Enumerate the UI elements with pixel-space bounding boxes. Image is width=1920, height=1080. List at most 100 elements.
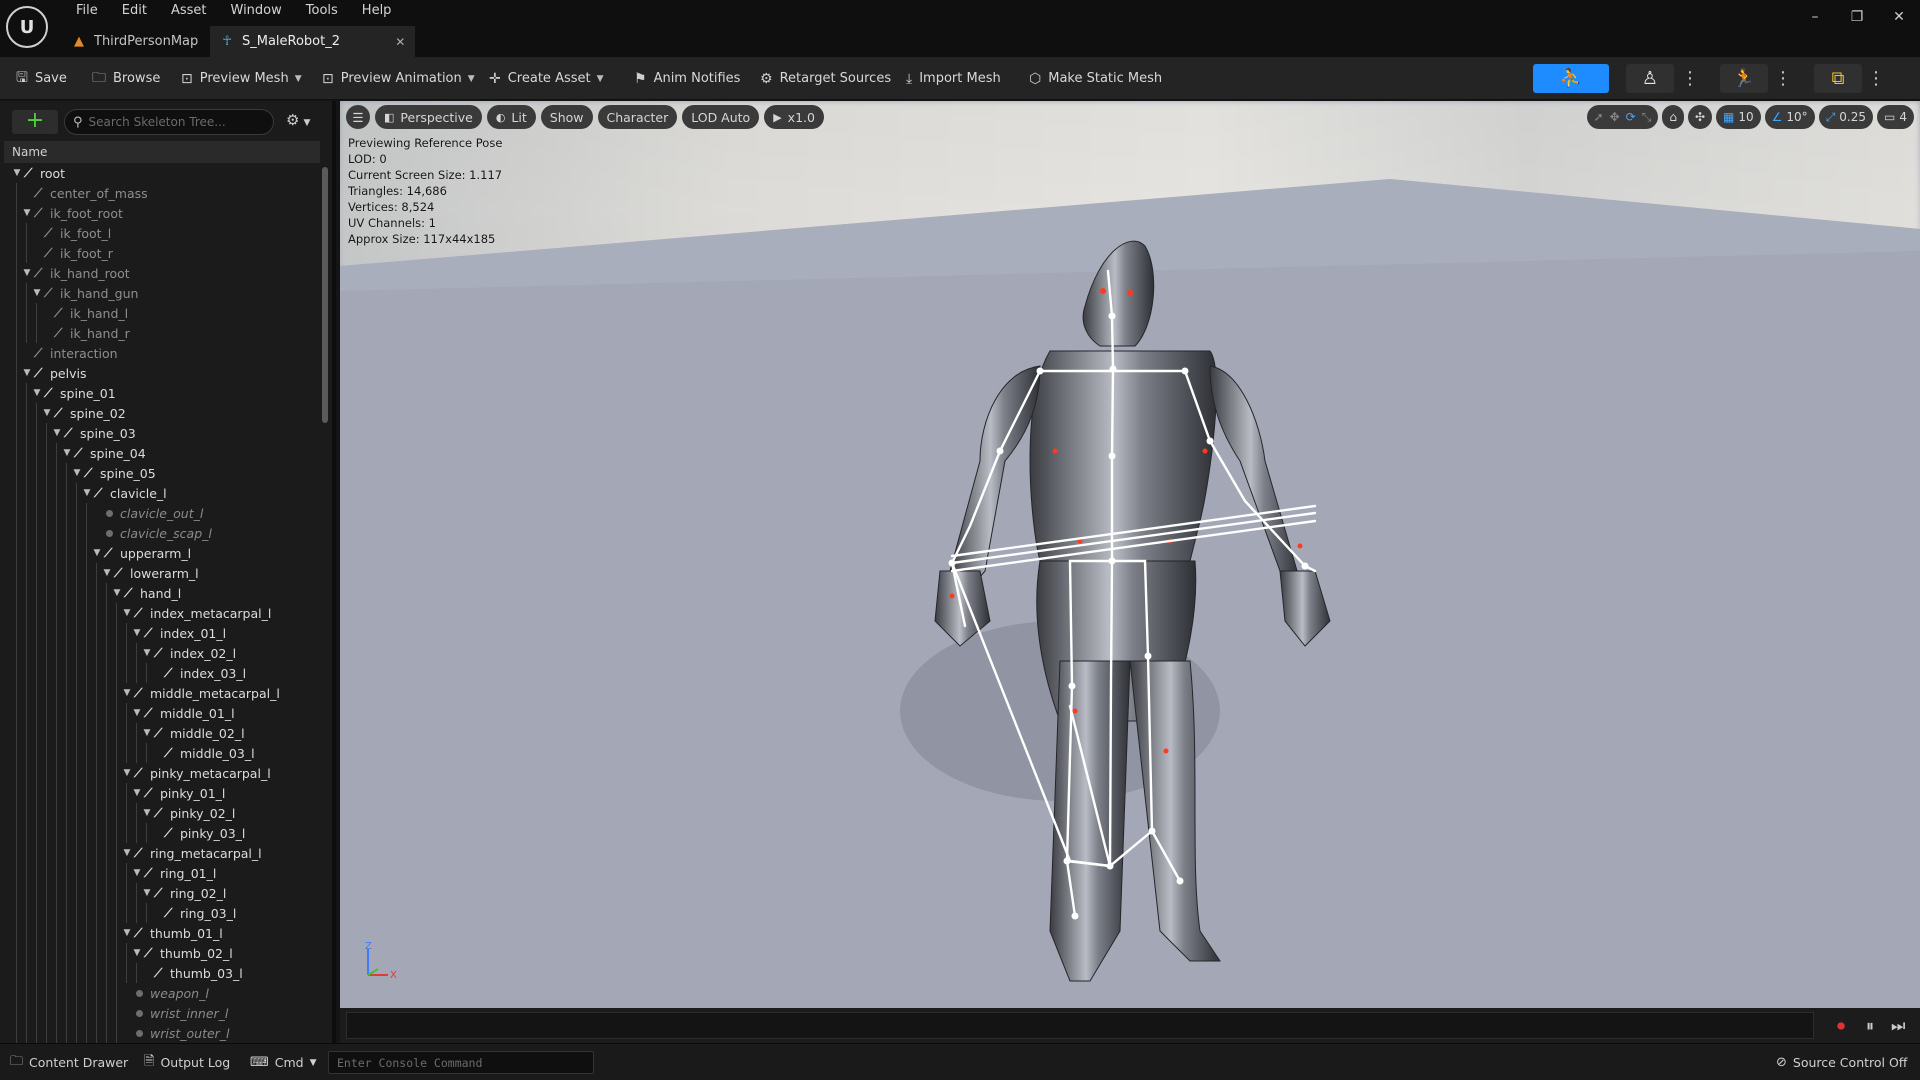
expand-arrow-icon[interactable]: ▼ — [62, 448, 72, 458]
expand-arrow-icon[interactable]: ▼ — [12, 168, 22, 178]
surface-snap-button[interactable]: ✣ — [1687, 105, 1713, 129]
expand-arrow-icon[interactable]: ▼ — [42, 408, 52, 418]
bone-row[interactable]: ▼ ⟋ pinky_metacarpal_l — [4, 763, 320, 783]
expand-arrow-icon[interactable]: ▼ — [142, 888, 152, 898]
bone-row[interactable]: ⟋ middle_03_l — [4, 743, 320, 763]
bone-row[interactable]: ⟋ ik_hand_r — [4, 323, 320, 343]
bone-row[interactable]: ▼ ⟋ middle_01_l — [4, 703, 320, 723]
expand-arrow-icon[interactable]: ▼ — [52, 428, 62, 438]
tree-settings-dropdown[interactable]: ⚙ ▼ — [286, 111, 310, 129]
unreal-logo-icon[interactable]: U — [6, 6, 48, 48]
animation-mode-options-icon[interactable]: ⋮ — [1774, 64, 1792, 93]
step-forward-icon[interactable]: ⏭ — [1891, 1016, 1905, 1036]
bone-row[interactable]: ▼ ⟋ spine_04 — [4, 443, 320, 463]
viewport-options-button[interactable]: ☰ — [346, 105, 370, 129]
bone-row[interactable]: ▼ ⟋ upperarm_l — [4, 543, 320, 563]
bone-row[interactable]: ⟋ pinky_03_l — [4, 823, 320, 843]
menu-help[interactable]: Help — [350, 0, 404, 22]
animation-mode-button[interactable]: 🏃 — [1720, 64, 1768, 93]
bone-row[interactable]: ▼ ⟋ spine_03 — [4, 423, 320, 443]
record-icon[interactable]: ⏺ — [1837, 1016, 1845, 1036]
bone-row[interactable]: ⟋ thumb_03_l — [4, 963, 320, 983]
expand-arrow-icon[interactable]: ▼ — [142, 648, 152, 658]
content-drawer-button[interactable]: 🗀 Content Drawer — [10, 1044, 128, 1080]
bone-row[interactable]: ▼ ⟋ pinky_01_l — [4, 783, 320, 803]
rotate-icon[interactable]: ⟳ — [1626, 110, 1636, 124]
bone-row[interactable]: ▼ ⟋ middle_metacarpal_l — [4, 683, 320, 703]
menu-tools[interactable]: Tools — [294, 0, 350, 22]
expand-arrow-icon[interactable]: ▼ — [112, 588, 122, 598]
expand-arrow-icon[interactable]: ▼ — [142, 728, 152, 738]
expand-arrow-icon[interactable]: ▼ — [82, 488, 92, 498]
expand-arrow-icon[interactable]: ▼ — [72, 468, 82, 478]
socket-row[interactable]: clavicle_out_l — [4, 503, 320, 523]
tree-column-header[interactable]: Name — [4, 141, 320, 163]
expand-arrow-icon[interactable]: ▼ — [22, 268, 32, 278]
bone-row[interactable]: ▼ ⟋ ring_01_l — [4, 863, 320, 883]
tab-s-malerobot-2[interactable]: ☥ S_MaleRobot_2 ✕ — [210, 26, 416, 57]
expand-arrow-icon[interactable]: ▼ — [132, 628, 142, 638]
expand-arrow-icon[interactable]: ▼ — [92, 548, 102, 558]
mesh-mode-button[interactable]: ♙ — [1626, 64, 1674, 93]
bone-row[interactable]: ▼ ⟋ pinky_02_l — [4, 803, 320, 823]
minimize-icon[interactable]: – — [1794, 0, 1836, 34]
expand-arrow-icon[interactable]: ▼ — [142, 808, 152, 818]
scale-snap-button[interactable]: ⤢ 0.25 — [1818, 105, 1874, 129]
bone-row[interactable]: ▼ ⟋ ring_02_l — [4, 883, 320, 903]
bone-row[interactable]: ▼ ⟋ root — [4, 163, 320, 183]
output-log-button[interactable]: 🗎 Output Log — [144, 1044, 230, 1080]
close-icon[interactable]: ✕ — [1878, 0, 1920, 34]
robot-character-mesh[interactable] — [340, 101, 1920, 1008]
save-button[interactable]: 🖫 Save — [16, 57, 67, 100]
expand-arrow-icon[interactable]: ▼ — [32, 388, 42, 398]
rotation-snap-button[interactable]: ∠ 10° — [1764, 105, 1815, 129]
socket-row[interactable]: wrist_inner_l — [4, 1003, 320, 1023]
menu-asset[interactable]: Asset — [159, 0, 219, 22]
bone-row[interactable]: ▼ ⟋ pelvis — [4, 363, 320, 383]
perspective-button[interactable]: ◧ Perspective — [375, 105, 482, 129]
select-icon[interactable]: ➚ — [1594, 110, 1604, 124]
bone-row[interactable]: ▼ ⟋ ik_hand_gun — [4, 283, 320, 303]
bone-row[interactable]: ⟋ index_03_l — [4, 663, 320, 683]
expand-arrow-icon[interactable]: ▼ — [122, 848, 132, 858]
bone-row[interactable]: ▼ ⟋ thumb_01_l — [4, 923, 320, 943]
bone-row[interactable]: ⟋ ring_03_l — [4, 903, 320, 923]
preview-mesh-dropdown[interactable]: ⊡ Preview Mesh ▼ — [181, 57, 302, 100]
expand-arrow-icon[interactable]: ▼ — [132, 868, 142, 878]
restore-icon[interactable]: ❐ — [1836, 0, 1878, 34]
bone-row[interactable]: ▼ ⟋ ring_metacarpal_l — [4, 843, 320, 863]
import-mesh-button[interactable]: ⤓ Import Mesh — [906, 57, 1001, 100]
socket-row[interactable]: wrist_outer_l — [4, 1023, 320, 1043]
expand-arrow-icon[interactable]: ▼ — [132, 948, 142, 958]
bone-row[interactable]: ⟋ ik_foot_r — [4, 243, 320, 263]
anim-notifies-button[interactable]: ⚑ Anim Notifies — [634, 57, 740, 100]
create-asset-dropdown[interactable]: ✛ Create Asset ▼ — [489, 57, 604, 100]
expand-arrow-icon[interactable]: ▼ — [122, 768, 132, 778]
bone-row[interactable]: ⟋ center_of_mass — [4, 183, 320, 203]
bone-row[interactable]: ▼ ⟋ spine_01 — [4, 383, 320, 403]
expand-arrow-icon[interactable]: ▼ — [122, 688, 132, 698]
expand-arrow-icon[interactable]: ▼ — [102, 568, 112, 578]
expand-arrow-icon[interactable]: ▼ — [22, 368, 32, 378]
bone-row[interactable]: ⟋ interaction — [4, 343, 320, 363]
browse-button[interactable]: 🗀 Browse — [92, 57, 160, 100]
bone-row[interactable]: ▼ ⟋ clavicle_l — [4, 483, 320, 503]
preview-animation-dropdown[interactable]: ⊡ Preview Animation ▼ — [322, 57, 475, 100]
menu-edit[interactable]: Edit — [110, 0, 159, 22]
translate-icon[interactable]: ✥ — [1610, 110, 1620, 124]
timeline-track[interactable] — [346, 1012, 1814, 1039]
show-button[interactable]: Show — [540, 105, 593, 129]
cmd-dropdown[interactable]: ⌨ Cmd ▼ — [250, 1044, 317, 1080]
local-space-button[interactable]: ⌂ — [1662, 105, 1684, 129]
expand-arrow-icon[interactable]: ▼ — [122, 928, 132, 938]
skeleton-mode-button[interactable]: ⛹ — [1533, 64, 1609, 93]
lod-button[interactable]: LOD Auto — [682, 105, 760, 129]
skeleton-search-box[interactable]: ⚲ — [64, 109, 274, 135]
bone-row[interactable]: ▼ ⟋ index_01_l — [4, 623, 320, 643]
expand-arrow-icon[interactable]: ▼ — [132, 708, 142, 718]
tab-thirdpersonmap[interactable]: ▲ ThirdPersonMap — [62, 26, 210, 57]
tree-scrollbar[interactable] — [322, 167, 328, 423]
blueprint-mode-button[interactable]: ⧉ — [1814, 64, 1862, 93]
bone-row[interactable]: ▼ ⟋ spine_02 — [4, 403, 320, 423]
bone-row[interactable]: ▼ ⟋ lowerarm_l — [4, 563, 320, 583]
